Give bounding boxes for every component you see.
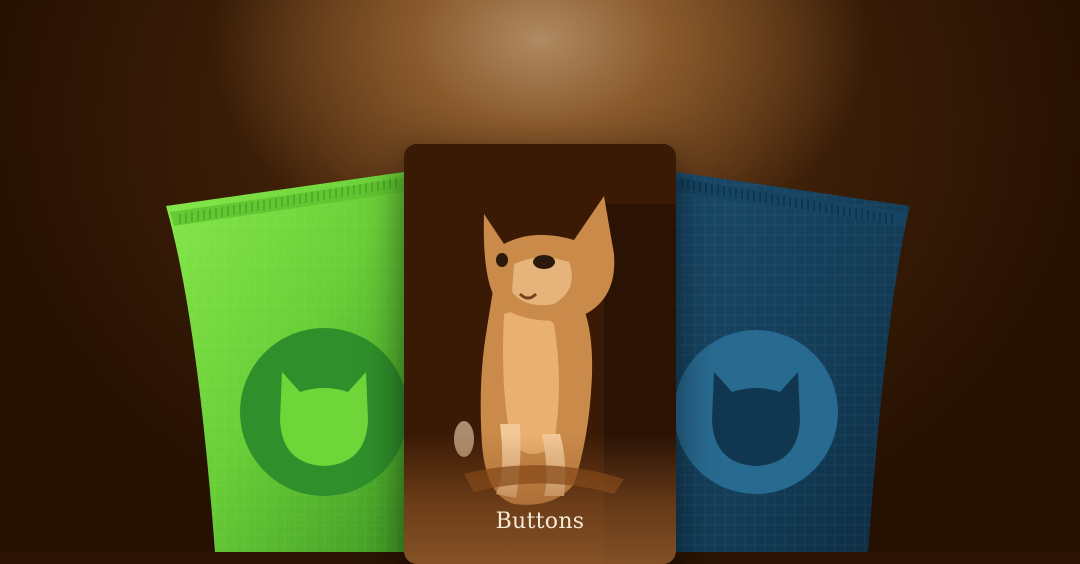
card-label: Buttons: [495, 509, 585, 534]
buttons-card[interactable]: Buttons: [404, 144, 676, 564]
card-label-shade: [404, 434, 676, 564]
